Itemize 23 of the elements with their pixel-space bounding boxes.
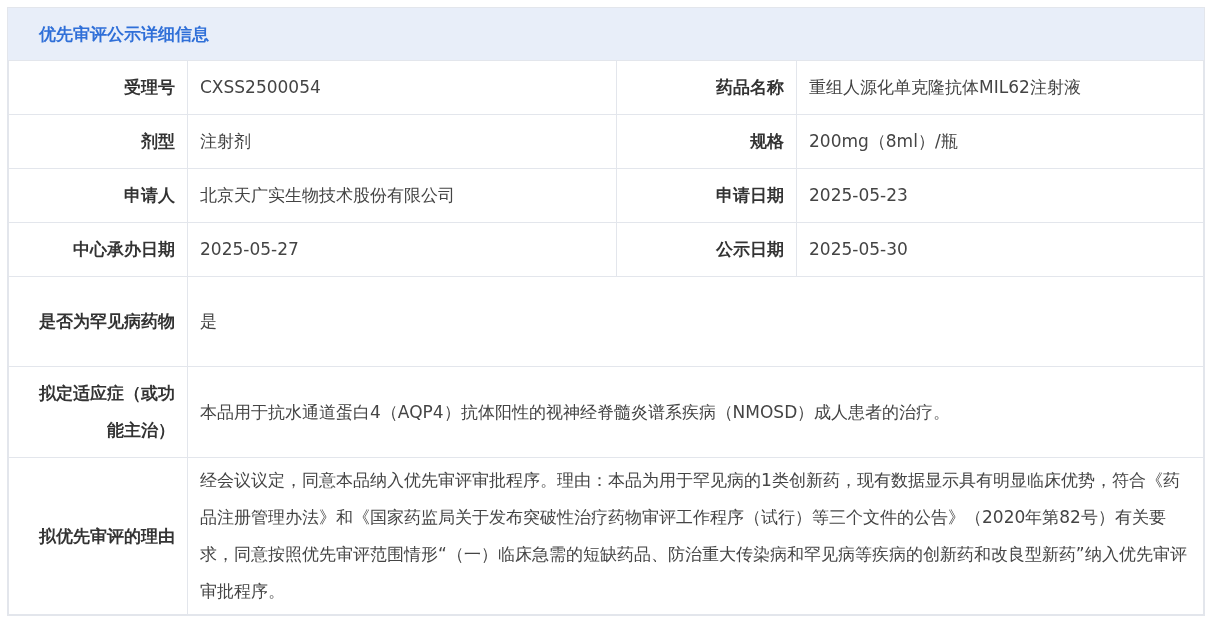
field-label: 申请日期 bbox=[616, 168, 797, 223]
field-label: 药品名称 bbox=[616, 60, 797, 115]
field-value: 经会议议定，同意本品纳入优先审评审批程序。理由：本品为用于罕见病的1类创新药，现有数据显示具有明显临床优势，符合《药品注册管理办法》和《国家药监局关于发布突破性治疗药物审评工作程序（试行）等三个文件的公告》（2020年第82号）有关要求，同意按照优先审评范围情形“（一）临床急需的短缺药品、防治重大传染病和罕见病等疾病的创新药和改良型新药”纳入优先审评审批程序。 bbox=[187, 457, 1204, 615]
field-value: 2025-05-30 bbox=[796, 222, 1204, 277]
field-value: 2025-05-27 bbox=[187, 222, 617, 277]
field-label: 受理号 bbox=[8, 60, 188, 115]
field-value: 是 bbox=[187, 276, 1204, 367]
field-value: 注射剂 bbox=[187, 114, 617, 169]
field-value: CXSS2500054 bbox=[187, 60, 617, 115]
field-label: 规格 bbox=[616, 114, 797, 169]
panel-title: 优先审评公示详细信息 bbox=[8, 8, 1204, 60]
field-value: 2025-05-23 bbox=[796, 168, 1204, 223]
field-label: 中心承办日期 bbox=[8, 222, 188, 277]
field-value: 200mg（8ml）/瓶 bbox=[796, 114, 1204, 169]
field-label: 是否为罕见病药物 bbox=[8, 276, 188, 367]
field-label: 剂型 bbox=[8, 114, 188, 169]
field-value: 北京天广实生物技术股份有限公司 bbox=[187, 168, 617, 223]
field-label: 公示日期 bbox=[616, 222, 797, 277]
field-label: 拟定适应症（或功能主治） bbox=[8, 366, 188, 458]
field-label: 申请人 bbox=[8, 168, 188, 223]
field-value: 重组人源化单克隆抗体MIL62注射液 bbox=[796, 60, 1204, 115]
field-value: 本品用于抗水通道蛋白4（AQP4）抗体阳性的视神经脊髓炎谱系疾病（NMOSD）成人患者的治疗。 bbox=[187, 366, 1204, 458]
field-label: 拟优先审评的理由 bbox=[8, 457, 188, 615]
